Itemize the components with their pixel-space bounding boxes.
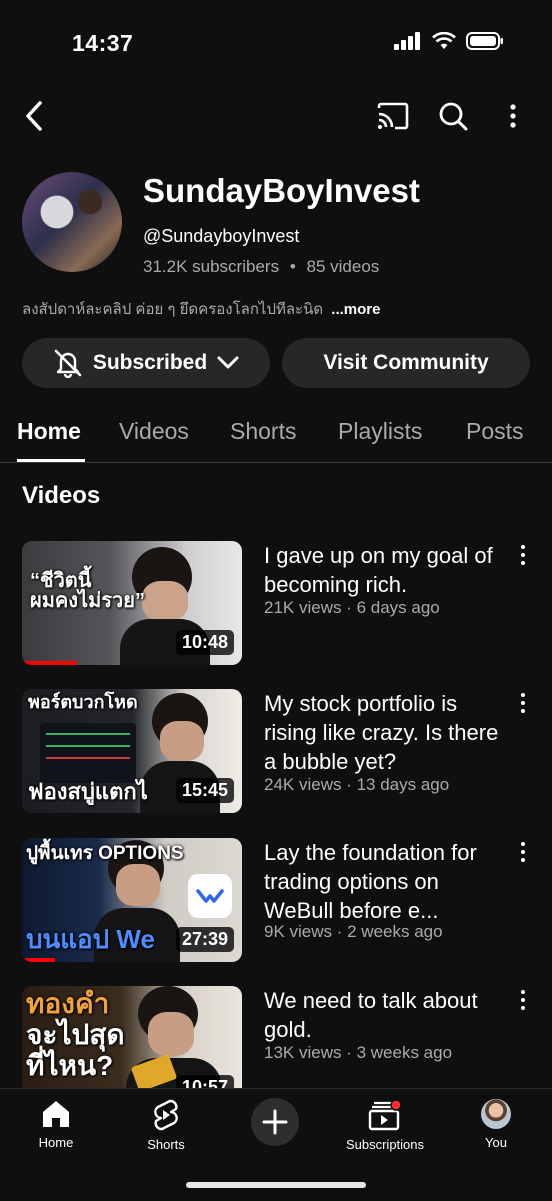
thumb-text-top: ปูพื้นเทร OPTIONS	[26, 843, 184, 864]
visit-community-button[interactable]: Visit Community	[282, 338, 530, 388]
tab-playlists[interactable]: Playlists	[338, 418, 422, 445]
chevron-down-icon	[217, 356, 239, 369]
video-count: 85 videos	[306, 257, 380, 276]
video-duration: 15:45	[175, 778, 234, 803]
watch-progress	[22, 661, 77, 665]
channel-description[interactable]: ลงสัปดาห์ละคลิป ค่อย ๆ ยึดครองโลกไปทีละน…	[22, 297, 380, 321]
tab-shorts[interactable]: Shorts	[230, 418, 296, 445]
video-title[interactable]: We need to talk about gold.	[264, 986, 504, 1044]
nav-home[interactable]: Home	[36, 1099, 76, 1150]
battery-icon	[466, 32, 503, 50]
channel-name: SundayBoyInvest	[143, 172, 420, 209]
video-menu-button[interactable]	[518, 842, 528, 862]
subscriber-count: 31.2K subscribers	[143, 257, 280, 276]
nav-shorts[interactable]: Shorts	[140, 1099, 192, 1152]
thumb-text-line: ผมคงไม่รวย”	[30, 590, 145, 612]
video-thumbnail[interactable]: ปูพื้นเทร OPTIONS บนแอป We 27:39	[22, 838, 242, 962]
video-duration: 27:39	[175, 927, 234, 952]
status-time: 14:37	[72, 30, 134, 56]
thumb-text-bottom: บนแอป We	[26, 924, 155, 954]
thumb-text: “ชีวิตนี้ ผมคงไม่รวย”	[30, 571, 145, 611]
video-thumbnail[interactable]: “ชีวิตนี้ ผมคงไม่รวย” 10:48	[22, 541, 242, 665]
more-options-button[interactable]	[504, 100, 522, 132]
more-vert-icon	[510, 104, 516, 128]
community-label: Visit Community	[323, 351, 489, 374]
signal-icon	[394, 32, 420, 50]
cast-button[interactable]	[375, 100, 411, 132]
create-button[interactable]	[251, 1098, 299, 1146]
tab-videos[interactable]: Videos	[119, 418, 189, 445]
video-item[interactable]: “ชีวิตนี้ ผมคงไม่รวย” 10:48 I gave up on…	[0, 541, 552, 665]
status-icons	[394, 32, 504, 50]
webull-logo	[188, 874, 232, 918]
nav-shorts-label: Shorts	[147, 1137, 185, 1152]
nav-subscriptions-label: Subscriptions	[345, 1137, 425, 1152]
video-title[interactable]: Lay the foundation for trading options o…	[264, 838, 504, 925]
channel-avatar[interactable]	[22, 172, 122, 272]
video-title[interactable]: My stock portfolio is rising like crazy.…	[264, 689, 504, 776]
thumb-text-line: ทองคำ	[26, 988, 110, 1019]
video-duration: 10:48	[175, 630, 234, 655]
search-button[interactable]	[436, 99, 470, 133]
home-icon	[43, 1101, 69, 1127]
section-title: Videos	[22, 482, 101, 509]
thumb-text-top: พอร์ตบวกโหด	[28, 692, 138, 712]
channel-handle: @SundayboyInvest	[143, 226, 300, 246]
stats-separator: •	[289, 257, 296, 276]
description-text: ลงสัปดาห์ละคลิป ค่อย ๆ ยึดครองโลกไปทีละน…	[22, 301, 324, 318]
cast-icon	[377, 102, 409, 130]
channel-tabs: Home Videos Shorts Playlists Posts	[0, 412, 552, 462]
back-button[interactable]	[20, 100, 48, 132]
home-indicator	[186, 1182, 366, 1188]
thumb-text: ทองคำ จะไปสุด ที่ไหน?	[26, 988, 125, 1081]
nav-home-label: Home	[38, 1135, 74, 1150]
video-title[interactable]: I gave up on my goal of becoming rich.	[264, 541, 504, 599]
bell-off-icon	[54, 349, 82, 378]
video-thumbnail[interactable]: พอร์ตบวกโหด ฟองสบู่แตกไ 15:45	[22, 689, 242, 813]
nav-you-label: You	[485, 1135, 507, 1150]
wifi-icon	[432, 32, 456, 49]
subscribed-label: Subscribed	[92, 351, 208, 374]
more-link[interactable]: ...more	[331, 301, 380, 318]
shorts-icon	[154, 1099, 178, 1131]
video-menu-button[interactable]	[518, 545, 528, 565]
video-meta: 9K views · 2 weeks ago	[264, 922, 443, 941]
subscriptions-icon	[368, 1099, 402, 1131]
subscribed-button[interactable]: Subscribed	[22, 338, 270, 388]
video-meta: 13K views · 3 weeks ago	[264, 1043, 453, 1062]
nav-subscriptions[interactable]: Subscriptions	[340, 1099, 430, 1152]
nav-you[interactable]: You	[478, 1099, 514, 1150]
thumb-text-bottom: ฟองสบู่แตกไ	[28, 779, 148, 804]
channel-stats: 31.2K subscribers • 85 videos	[143, 257, 379, 277]
search-icon	[439, 102, 468, 131]
tab-home[interactable]: Home	[17, 418, 81, 445]
add-icon	[262, 1109, 288, 1135]
video-item[interactable]: ปูพื้นเทร OPTIONS บนแอป We 27:39 Lay the…	[0, 838, 552, 962]
user-avatar	[481, 1099, 511, 1129]
tab-posts[interactable]: Posts	[466, 418, 524, 445]
thumb-text-line: จะไปสุด	[26, 1019, 125, 1050]
back-icon	[26, 101, 42, 131]
watch-progress	[22, 958, 55, 962]
thumb-text-line: “ชีวิตนี้	[30, 570, 92, 592]
video-meta: 24K views · 13 days ago	[264, 775, 450, 794]
video-item[interactable]: พอร์ตบวกโหด ฟองสบู่แตกไ 15:45 My stock p…	[0, 689, 552, 813]
thumb-text-line: ที่ไหน?	[26, 1050, 114, 1081]
video-menu-button[interactable]	[518, 990, 528, 1010]
tabs-divider	[0, 462, 552, 463]
video-menu-button[interactable]	[518, 693, 528, 713]
video-meta: 21K views · 6 days ago	[264, 598, 440, 617]
